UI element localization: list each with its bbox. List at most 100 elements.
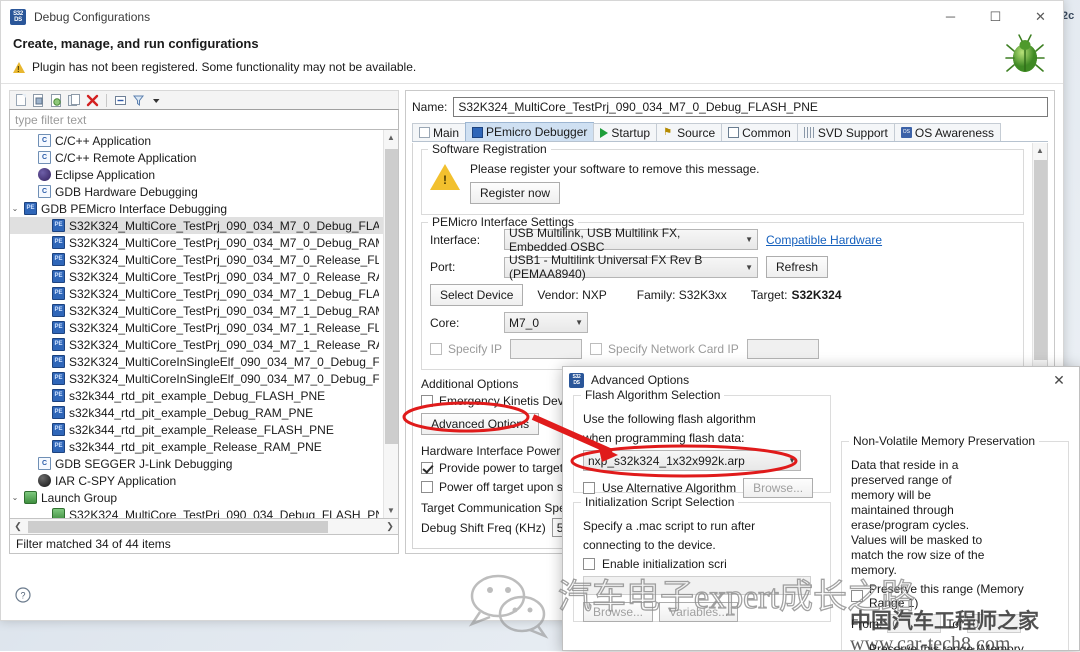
- tree-item[interactable]: PE s32k344_rtd_pit_example_Release_FLASH_…: [10, 421, 383, 438]
- config-name-input[interactable]: S32K324_MultiCore_TestPrj_090_034_M7_0_D…: [453, 97, 1048, 117]
- init-browse-button[interactable]: Browse...: [583, 602, 654, 622]
- init-variables-button[interactable]: Variables...: [659, 602, 739, 622]
- expand-collapse-icon[interactable]: ⌄: [10, 204, 20, 213]
- select-device-button[interactable]: Select Device: [430, 284, 524, 306]
- configurations-tree[interactable]: C C/C++ Application C C/C++ Remote Applicat…: [9, 130, 399, 519]
- minimize-button[interactable]: ─: [928, 1, 973, 32]
- tree-item-label: S32K324_MultiCore_TestPrj_090_034_M7_1_R…: [69, 337, 379, 352]
- tree-item[interactable]: PE S32K324_MultiCore_TestPrj_090_034_M7_0…: [10, 234, 383, 251]
- range1-to-input[interactable]: 0: [967, 614, 1022, 633]
- tree-item[interactable]: ⌄ Launch Group: [10, 489, 383, 506]
- register-now-button[interactable]: Register now: [470, 182, 561, 204]
- specify-network-card-ip-input[interactable]: [746, 339, 819, 359]
- filter-icon[interactable]: [131, 93, 146, 108]
- tree-item[interactable]: S32K324_MultiCore_TestPrj_090_034_Debug_…: [10, 506, 383, 518]
- advanced-dialog-close-button[interactable]: ✕: [1045, 372, 1073, 389]
- advanced-options-button[interactable]: Advanced Options: [421, 413, 540, 435]
- compatible-hardware-link[interactable]: Compatible Hardware: [766, 233, 882, 247]
- specify-network-card-ip-checkbox[interactable]: [590, 343, 603, 355]
- range1-from-input[interactable]: 0: [887, 614, 942, 633]
- tree-item[interactable]: PE s32k344_rtd_pit_example_Debug_FLASH_PN…: [10, 387, 383, 404]
- enable-init-script-row: Enable initialization scri: [583, 557, 821, 571]
- filter-input[interactable]: type filter text: [9, 109, 399, 130]
- scroll-thumb[interactable]: [384, 149, 398, 444]
- tree-item[interactable]: PE s32k344_rtd_pit_example_Release_RAM_PN…: [10, 438, 383, 455]
- flash-algorithm-label: Flash Algorithm Selection: [581, 388, 725, 402]
- collapse-all-icon[interactable]: [113, 93, 128, 108]
- tab-main[interactable]: Main: [412, 123, 467, 141]
- refresh-button[interactable]: Refresh: [766, 256, 829, 278]
- core-combo[interactable]: M7_0 ▼: [504, 312, 588, 333]
- scroll-down-arrow[interactable]: ▼: [384, 503, 399, 518]
- duplicate-icon[interactable]: [67, 93, 82, 108]
- tree-horizontal-scrollbar[interactable]: ❮ ❯: [9, 519, 399, 535]
- config-scroll-thumb[interactable]: [1033, 160, 1047, 360]
- port-combo[interactable]: USB1 - Multilink Universal FX Rev B (PEM…: [504, 253, 758, 281]
- tab-pemicro-debugger[interactable]: PEmicro Debugger: [465, 122, 595, 141]
- specify-ip-label: Specify IP: [448, 342, 503, 356]
- tree-item[interactable]: Eclipse Application: [10, 166, 383, 183]
- tree-item[interactable]: C GDB Hardware Debugging: [10, 183, 383, 200]
- tree-item-label: s32k344_rtd_pit_example_Release_FLASH_PN…: [69, 422, 334, 437]
- tree-item[interactable]: PE S32K324_MultiCore_TestPrj_090_034_M7_1…: [10, 319, 383, 336]
- pemicro-icon: PE: [52, 338, 65, 351]
- tree-item[interactable]: ⌄ PE GDB PEMicro Interface Debugging: [10, 200, 383, 217]
- expand-collapse-icon[interactable]: ⌄: [10, 493, 20, 502]
- use-alternative-algorithm-checkbox[interactable]: [583, 482, 595, 494]
- emergency-kinetis-checkbox[interactable]: [421, 395, 433, 407]
- flash-browse-button[interactable]: Browse...: [743, 478, 814, 498]
- enable-init-script-checkbox[interactable]: [583, 558, 595, 570]
- tree-item[interactable]: PE S32K324_MultiCoreInSingleElf_090_034_M…: [10, 353, 383, 370]
- power-off-checkbox[interactable]: [421, 481, 433, 493]
- provide-power-checkbox[interactable]: [421, 462, 433, 474]
- nvm-description-line: erase/program cycles.: [851, 518, 970, 532]
- launch-group-icon: [24, 491, 37, 504]
- help-button[interactable]: ?: [15, 587, 31, 606]
- enable-init-script-label: Enable initialization scri: [602, 557, 727, 571]
- tree-item-label: GDB Hardware Debugging: [55, 184, 198, 199]
- hscroll-thumb[interactable]: [28, 520, 328, 533]
- tree-item[interactable]: PE S32K324_MultiCore_TestPrj_090_034_M7_1…: [10, 302, 383, 319]
- close-button[interactable]: ✕: [1018, 1, 1063, 32]
- tab-svd-support[interactable]: SVD Support: [796, 123, 895, 141]
- delete-icon[interactable]: [85, 93, 100, 108]
- tab-common[interactable]: Common: [721, 123, 798, 141]
- tree-rows: C C/C++ Application C C/C++ Remote Applicat…: [10, 130, 383, 518]
- interface-combo[interactable]: USB Multilink, USB Multilink FX, Embedde…: [504, 226, 758, 254]
- tree-vertical-scrollbar[interactable]: ▲ ▼: [383, 130, 398, 518]
- hscroll-left-arrow[interactable]: ❮: [10, 521, 26, 532]
- tree-item[interactable]: PE s32k344_rtd_pit_example_Debug_RAM_PNE: [10, 404, 383, 421]
- tree-item[interactable]: PE S32K324_MultiCore_TestPrj_090_034_M7_1…: [10, 336, 383, 353]
- tree-item[interactable]: C C/C++ Application: [10, 132, 383, 149]
- flash-algorithm-combo[interactable]: nxp_s32k324_1x32x992k.arp ▼: [583, 450, 801, 471]
- export-icon[interactable]: [49, 93, 64, 108]
- s32ds-icon: S32 DS: [569, 372, 584, 388]
- tab-startup[interactable]: Startup: [593, 123, 658, 141]
- new-config-icon[interactable]: [13, 93, 28, 108]
- config-scroll-up-arrow[interactable]: ▲: [1033, 143, 1048, 158]
- scroll-track[interactable]: [384, 145, 399, 503]
- tree-item[interactable]: C GDB SEGGER J-Link Debugging: [10, 455, 383, 472]
- maximize-button[interactable]: ☐: [973, 1, 1018, 32]
- tree-item[interactable]: IAR C-SPY Application: [10, 472, 383, 489]
- tree-item[interactable]: PE S32K324_MultiCore_TestPrj_090_034_M7_1…: [10, 285, 383, 302]
- tree-item[interactable]: PE S32K324_MultiCore_TestPrj_090_034_M7_0…: [10, 217, 383, 234]
- tree-item[interactable]: PE S32K324_MultiCoreInSingleElf_090_034_M…: [10, 370, 383, 387]
- tree-item[interactable]: C C/C++ Remote Application: [10, 149, 383, 166]
- new-prototype-icon[interactable]: [31, 93, 46, 108]
- common-icon: [728, 127, 740, 138]
- init-script-path-input[interactable]: [583, 576, 811, 595]
- hscroll-right-arrow[interactable]: ❯: [382, 521, 398, 532]
- specify-ip-input[interactable]: [510, 339, 583, 359]
- chevron-down-icon: ▼: [788, 456, 796, 465]
- scroll-up-arrow[interactable]: ▲: [384, 130, 399, 145]
- tree-item-label: s32k344_rtd_pit_example_Debug_RAM_PNE: [69, 405, 314, 420]
- preserve-range1-checkbox[interactable]: [851, 590, 863, 602]
- tab-source[interactable]: ⚑ Source: [656, 123, 723, 141]
- hscroll-track[interactable]: [26, 519, 382, 535]
- view-menu-icon[interactable]: [149, 93, 164, 108]
- tree-item[interactable]: PE S32K324_MultiCore_TestPrj_090_034_M7_0…: [10, 251, 383, 268]
- tab-os-awareness[interactable]: OS OS Awareness: [893, 123, 1002, 141]
- tree-item[interactable]: PE S32K324_MultiCore_TestPrj_090_034_M7_0…: [10, 268, 383, 285]
- specify-ip-checkbox[interactable]: [430, 343, 442, 355]
